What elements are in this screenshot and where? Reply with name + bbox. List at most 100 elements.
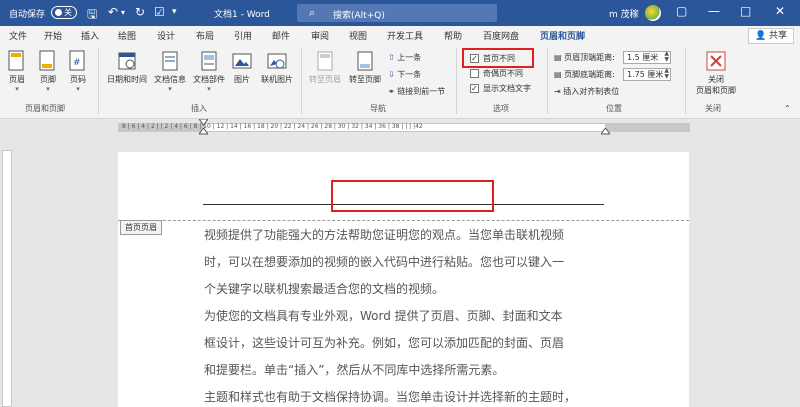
next-icon: ⇩ (388, 70, 395, 79)
ribbon-display-icon[interactable]: ▢ (676, 4, 687, 18)
tab-layout[interactable]: 布局 (196, 29, 214, 42)
previous-button[interactable]: ⇧ 上一条 (388, 52, 421, 63)
document-page[interactable]: 首页页眉 视频提供了功能强大的方法帮助您证明您的观点。当您单击联机视频 时，可以… (118, 152, 689, 407)
group-divider (456, 48, 457, 114)
checkbox-icon[interactable]: ☑ (154, 5, 165, 19)
undo-icon[interactable]: ↶ (108, 5, 118, 19)
group-divider (98, 48, 99, 114)
undo-dropdown-icon[interactable]: ▾ (121, 8, 125, 17)
first-line-indent-marker-icon[interactable] (199, 119, 208, 127)
ruler-right-margin (605, 123, 689, 132)
share-button[interactable]: 👤 共享 (748, 28, 794, 44)
go-to-header-button[interactable]: 转至页眉 (306, 50, 344, 85)
close-x-icon (706, 51, 726, 71)
tab-mailings[interactable]: 邮件 (272, 29, 290, 42)
next-button[interactable]: ⇩ 下一条 (388, 69, 421, 80)
header-icon (8, 50, 24, 71)
save-icon[interactable]: 🖫 (87, 5, 97, 26)
highlight-header-area (331, 180, 494, 212)
insert-alignment-tab-button[interactable]: ⇥ 插入对齐制表位 (554, 86, 619, 97)
maximize-icon[interactable]: □ (740, 4, 751, 18)
group-label-position: 位置 (606, 104, 622, 113)
horizontal-ruler: 8 | 6 | 4 | 2 | | 2 | 4 | 6 | 8 | 10 | 1… (0, 119, 800, 136)
header-distance-value: 1.5 厘米 (627, 53, 659, 62)
tab-home[interactable]: 开始 (44, 29, 62, 42)
page-number-icon: # (69, 50, 85, 71)
go-to-footer-label: 转至页脚 (349, 75, 381, 84)
body-line[interactable]: 为使您的文档具有专业外观，Word 提供了页眉、页脚、封面和文本 (204, 307, 563, 324)
tab-help[interactable]: 帮助 (444, 29, 462, 42)
tab-baidu-netdisk[interactable]: 百度网盘 (483, 29, 519, 42)
spinner-arrows-icon[interactable]: ▲ ▼ (664, 51, 669, 63)
show-document-text-checkbox[interactable]: ✓ (470, 84, 479, 93)
body-line[interactable]: 视频提供了功能强大的方法帮助您证明您的观点。当您单击联机视频 (204, 226, 564, 243)
previous-label: 上一条 (397, 53, 422, 62)
search-box[interactable]: ⌕ 搜索(Alt+Q) (297, 4, 497, 22)
header-distance-text: 页眉顶端距离: (564, 53, 615, 62)
header-button[interactable]: 页眉 ▾ (4, 50, 30, 93)
share-icon: 👤 (754, 31, 767, 41)
previous-icon: ⇧ (388, 53, 395, 62)
body-line[interactable]: 时，可以在想要添加的视频的嵌入代码中进行粘贴。您也可以键入一 (204, 253, 564, 270)
tab-developer[interactable]: 开发工具 (387, 29, 423, 42)
footer-distance-text: 页脚底端距离: (564, 70, 615, 79)
body-line[interactable]: 和提要栏。单击“插入”，然后从不同库中选择所需元素。 (204, 361, 504, 378)
body-line[interactable]: 个关键字以联机搜索最适合您的文档的视频。 (204, 280, 444, 297)
collapse-ribbon-icon[interactable]: ⌃ (784, 104, 791, 113)
tab-insert[interactable]: 插入 (81, 29, 99, 42)
header-distance-input[interactable]: 1.5 厘米 ▲ ▼ (623, 51, 671, 64)
autosave-toggle[interactable]: 关 (51, 6, 77, 19)
redo-icon[interactable]: ↻ (135, 5, 145, 19)
tab-draw[interactable]: 绘图 (118, 29, 136, 42)
footer-icon (39, 50, 55, 71)
tab-view[interactable]: 视图 (349, 29, 367, 42)
page-number-button[interactable]: # 页码 ▾ (65, 50, 91, 93)
page-number-button-label: 页码 (70, 75, 86, 84)
tab-file[interactable]: 文件 (9, 29, 27, 42)
customize-toolbar-icon[interactable]: ▾ (172, 7, 177, 17)
tab-header-footer[interactable]: 页眉和页脚 (540, 29, 586, 46)
footer-button[interactable]: 页脚 ▾ (35, 50, 61, 93)
document-info-button[interactable]: 文档信息 ▾ (151, 50, 189, 93)
close-header-footer-button[interactable]: 关闭 页眉和页脚 (690, 50, 742, 96)
go-to-footer-button[interactable]: 转至页脚 (346, 50, 384, 85)
document-info-label: 文档信息 (154, 75, 186, 84)
group-divider (547, 48, 548, 114)
footer-distance-label: ▤ 页脚底端距离: (554, 69, 615, 80)
chevron-down-icon: ▾ (15, 85, 19, 93)
quick-parts-button[interactable]: 文档部件 ▾ (190, 50, 228, 93)
body-line[interactable]: 框设计，这些设计可互为补充。例如，您可以添加匹配的封面、页眉 (204, 334, 564, 351)
picture-button[interactable]: 图片 (230, 50, 254, 85)
hanging-indent-marker-icon[interactable] (199, 128, 208, 136)
close-icon[interactable]: ✕ (775, 4, 785, 18)
avatar[interactable] (645, 5, 661, 21)
group-divider (301, 48, 302, 114)
title-bar: 自动保存 关 🖫 ↶ ▾ ↻ ☑ ▾ 文档1 - Word ⌕ 搜索(Alt+Q… (0, 0, 800, 26)
show-document-text-label: 显示文档文字 (483, 84, 531, 93)
online-picture-button[interactable]: 联机图片 (257, 50, 297, 85)
minimize-icon[interactable]: — (708, 4, 720, 18)
insert-alignment-tab-label: 插入对齐制表位 (563, 87, 620, 96)
vertical-scrollbar[interactable] (788, 136, 800, 407)
body-line[interactable]: 主题和样式也有助于文档保持协调。当您单击设计并选择新的主题时， (204, 388, 576, 405)
vertical-ruler (2, 150, 12, 407)
quick-parts-label: 文档部件 (193, 75, 225, 84)
link-to-previous-button[interactable]: ⚭ 链接到前一节 (388, 86, 445, 97)
user-name[interactable]: m 茂稼 (609, 7, 639, 20)
tab-review[interactable]: 审阅 (311, 29, 329, 42)
tab-design[interactable]: 设计 (157, 29, 175, 42)
autosave-label: 自动保存 (9, 10, 46, 20)
date-time-button[interactable]: 日期和时间 (104, 50, 150, 85)
footer-distance-input[interactable]: 1.75 厘米 ▲ ▼ (623, 68, 671, 81)
group-divider (685, 48, 686, 114)
picture-label: 图片 (234, 75, 250, 84)
close-label-line1: 关闭 (708, 75, 724, 84)
tab-references[interactable]: 引用 (234, 29, 252, 42)
online-picture-icon (267, 53, 287, 69)
first-page-header-tag: 首页页眉 (120, 220, 162, 235)
odd-even-different-checkbox[interactable] (470, 69, 479, 78)
right-indent-marker-icon[interactable] (601, 128, 610, 136)
group-label-insert: 插入 (191, 104, 207, 113)
spinner-arrows-icon[interactable]: ▲ ▼ (664, 68, 669, 80)
footer-distance-icon: ▤ (554, 70, 562, 79)
